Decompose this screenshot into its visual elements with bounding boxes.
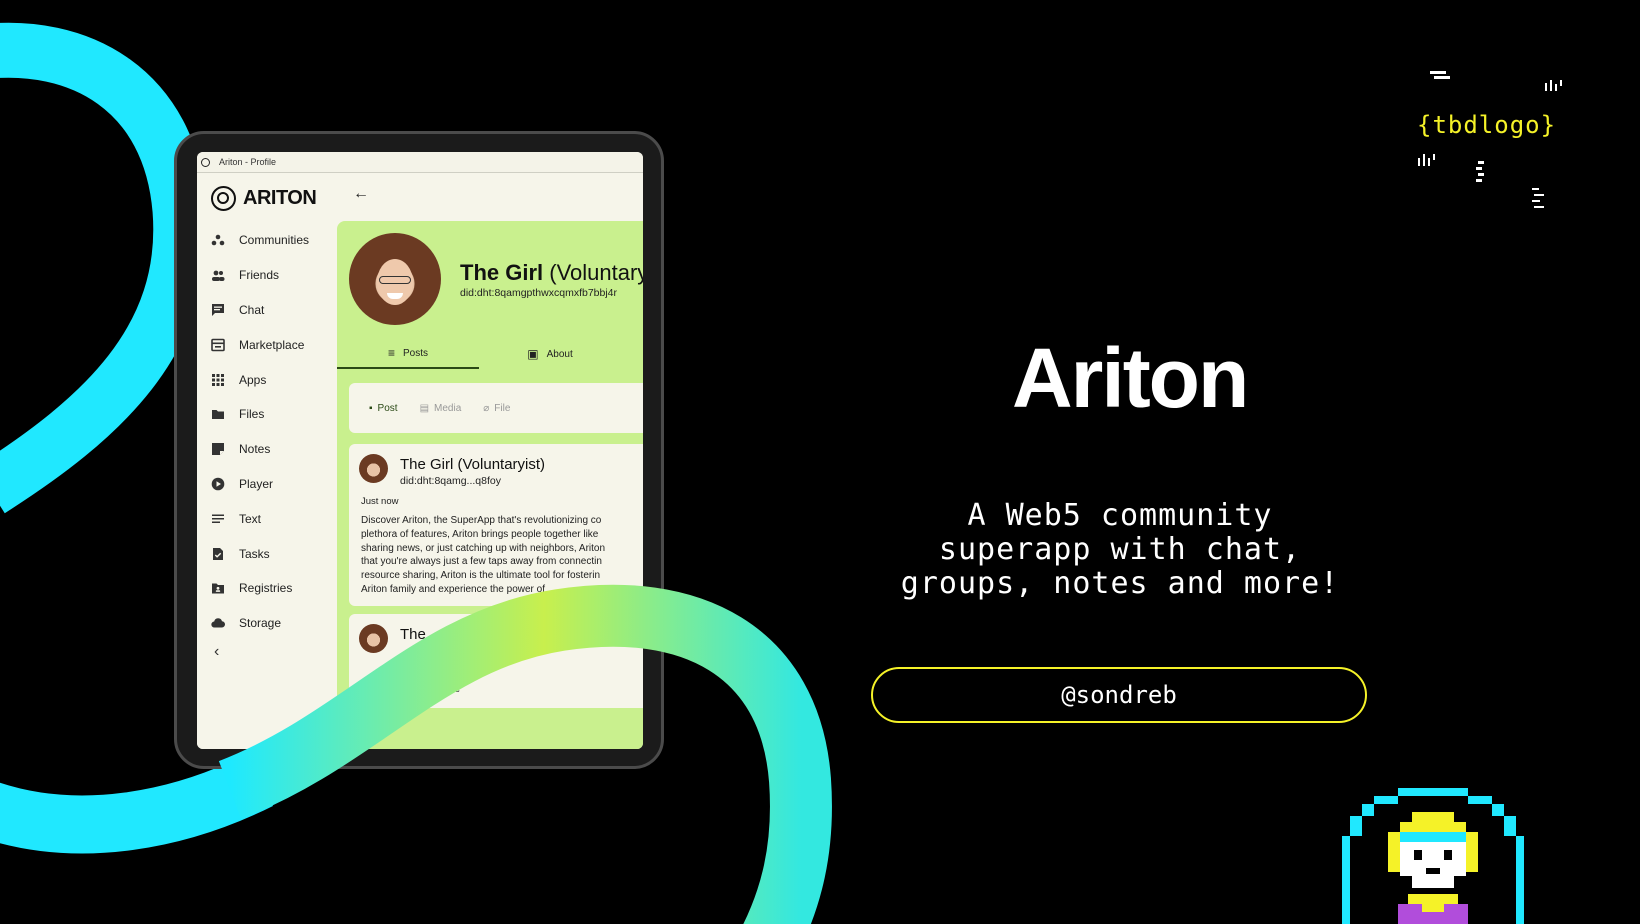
profile-tabs: ≡ Posts ▣ About — [337, 339, 643, 369]
profile-name-suffix: (Voluntaryist) — [549, 260, 643, 285]
tab-about[interactable]: ▣ About — [479, 339, 621, 369]
post-composer: ▪ Post ▤ Media ⌀ File — [349, 383, 643, 433]
profile-name: The Girl (Voluntaryist) — [460, 260, 643, 286]
play-icon — [211, 477, 225, 491]
post-author: The — [400, 626, 426, 643]
badge-icon: ▣ — [527, 347, 539, 361]
sidebar-item-marketplace[interactable]: Marketplace — [197, 327, 337, 362]
sidebar-item-apps[interactable]: Apps — [197, 362, 337, 397]
composer-media-button[interactable]: ▤ Media — [420, 403, 462, 414]
folder-icon — [211, 407, 225, 421]
composer-file-button[interactable]: ⌀ File — [483, 403, 510, 414]
post-body: Discover Ariton, the SuperApp that's rev… — [361, 514, 643, 597]
sidebar-item-player[interactable]: Player — [197, 467, 337, 502]
sidebar-item-label: Notes — [239, 442, 271, 457]
sidebar-item-chat[interactable]: Chat — [197, 293, 337, 328]
friends-icon — [211, 268, 225, 282]
sidebar-item-label: Marketplace — [239, 337, 305, 352]
brand-name: ARITON — [243, 186, 317, 209]
sidebar-item-storage[interactable]: Storage — [197, 606, 337, 641]
tagline-line: groups, notes and more! — [900, 566, 1340, 601]
apps-icon — [211, 373, 225, 387]
sidebar-item-label: Chat — [239, 302, 265, 317]
sidebar-item-text[interactable]: Text — [197, 501, 337, 536]
composer-media-label: Media — [434, 402, 462, 414]
sidebar-item-friends[interactable]: Friends — [197, 258, 337, 293]
post-line: sharing news, or just catching up with n… — [361, 542, 606, 554]
sidebar: ARITON Communities Friends Chat Marketpl… — [197, 173, 337, 749]
sidebar-nav: Communities Friends Chat Marketplace App… — [197, 223, 337, 641]
sidebar-item-label: Text — [239, 511, 262, 526]
composer-post-label: Post — [377, 402, 398, 414]
post-time: Just now — [361, 496, 399, 507]
chat-icon — [211, 303, 225, 317]
post-avatar — [359, 454, 388, 483]
post-did: did:dht:8qamg...q8foy — [400, 475, 501, 487]
text-icon — [211, 512, 225, 526]
tasks-icon — [211, 547, 225, 561]
sidebar-item-label: Storage — [239, 616, 282, 631]
sidebar-item-label: Files — [239, 407, 265, 422]
sidebar-item-label: Tasks — [239, 546, 270, 561]
tab-posts[interactable]: ≡ Posts — [337, 339, 479, 369]
collapse-sidebar-chevron-icon[interactable]: ‹ — [197, 643, 337, 661]
post-line: Ariton family and experience the power o… — [361, 583, 545, 595]
composer-file-label: File — [494, 402, 511, 414]
post-line: that you're always just a few taps away … — [361, 556, 602, 568]
sidebar-item-notes[interactable]: Notes — [197, 432, 337, 467]
headline: Ariton — [1012, 331, 1249, 425]
post-line: resource sharing, Ariton is the ultimate… — [361, 570, 601, 582]
post-card[interactable]: The m here — [349, 614, 643, 708]
post-avatar — [359, 624, 388, 653]
post-body: m here — [429, 684, 461, 695]
sidebar-item-files[interactable]: Files — [197, 397, 337, 432]
tagline-line: superapp with chat, — [938, 532, 1302, 567]
sidebar-item-communities[interactable]: Communities — [197, 223, 337, 258]
list-icon: ≡ — [387, 346, 395, 360]
tagline-line: A Web5 community — [967, 498, 1273, 533]
post-line: plethora of features, Ariton brings peop… — [361, 528, 599, 540]
image-icon: ▤ — [419, 402, 430, 414]
tagline: A Web5 community superapp with chat, gro… — [860, 499, 1380, 601]
sidebar-item-tasks[interactable]: Tasks — [197, 536, 337, 571]
back-arrow-icon[interactable]: ← — [353, 185, 369, 203]
window-title: Ariton - Profile — [219, 157, 277, 167]
profile-name-bold: The Girl — [460, 260, 544, 285]
post-author: The Girl (Voluntaryist) — [400, 456, 546, 473]
comment-icon: ▪ — [369, 402, 373, 414]
marketplace-icon — [211, 338, 225, 352]
post-line: Discover Ariton, the SuperApp that's rev… — [361, 515, 602, 526]
window-titlebar: Ariton - Profile — [197, 152, 643, 173]
notes-icon — [211, 442, 225, 456]
sidebar-item-label: Friends — [239, 268, 280, 283]
pixel-decoration — [1418, 71, 1562, 208]
communities-icon — [211, 233, 225, 247]
sidebar-item-label: Registries — [239, 581, 293, 596]
handle-badge: @sondreb — [871, 667, 1367, 723]
tab-label: Posts — [403, 347, 429, 359]
brand[interactable]: ARITON — [197, 173, 337, 223]
app-logo-icon — [201, 157, 210, 167]
sidebar-item-registries[interactable]: Registries — [197, 571, 337, 606]
sidebar-item-label: Communities — [239, 233, 310, 248]
pixel-mascot-icon — [1342, 788, 1524, 924]
app-screen: Ariton - Profile ARITON Communities Frie… — [197, 152, 643, 749]
tab-label: About — [546, 348, 573, 360]
post-card[interactable]: The Girl (Voluntaryist) did:dht:8qamg...… — [349, 444, 643, 606]
paperclip-icon: ⌀ — [483, 402, 490, 414]
ariton-logo-icon — [211, 185, 236, 211]
profile-avatar — [349, 233, 441, 325]
tablet-mockup: Ariton - Profile ARITON Communities Frie… — [174, 131, 664, 769]
composer-post-button[interactable]: ▪ Post — [369, 403, 398, 414]
registries-icon — [211, 581, 225, 595]
sidebar-item-label: Player — [239, 476, 274, 491]
profile-panel: The Girl (Voluntaryist) did:dht:8qamgpth… — [337, 221, 643, 749]
sidebar-item-label: Apps — [239, 372, 267, 387]
cloud-icon — [211, 616, 225, 630]
profile-did: did:dht:8qamgpthwxcqmxfb7bbj4r — [460, 287, 618, 299]
